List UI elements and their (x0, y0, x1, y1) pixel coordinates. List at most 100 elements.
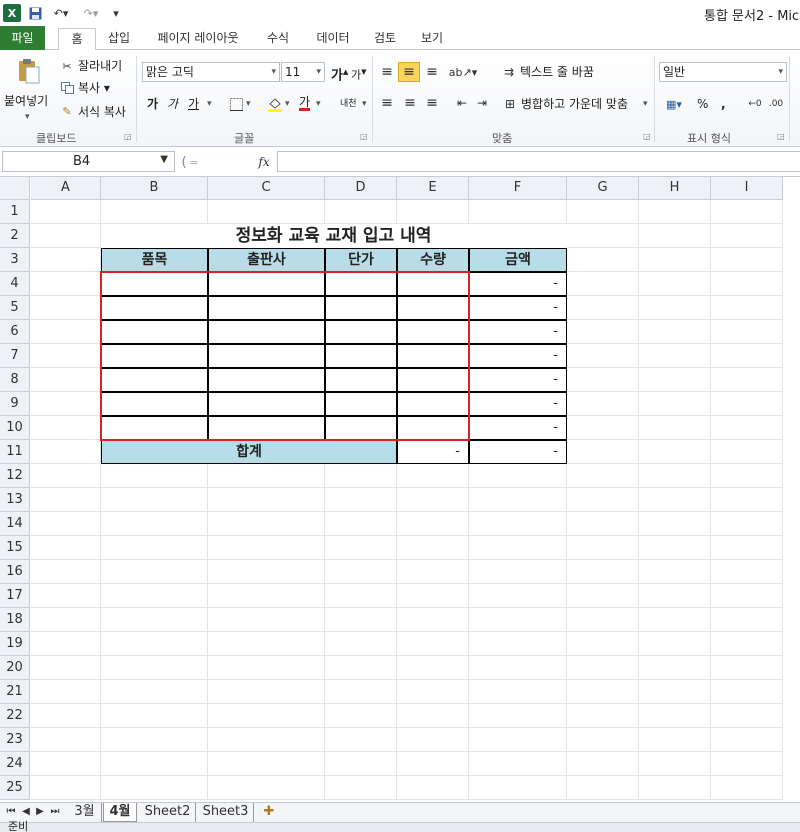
scissors-icon[interactable]: ✂ (60, 58, 74, 74)
cell[interactable] (711, 224, 783, 248)
cell[interactable] (469, 560, 567, 584)
tab-formulas[interactable]: 수식 (262, 28, 294, 50)
row-header-13[interactable]: 13 (0, 488, 30, 512)
data-cell[interactable] (101, 272, 208, 296)
data-cell[interactable] (325, 368, 397, 392)
row-header-18[interactable]: 18 (0, 608, 30, 632)
cell[interactable] (711, 248, 783, 272)
cell[interactable] (31, 728, 101, 752)
cell[interactable] (711, 200, 783, 224)
align-center-icon[interactable]: ≡ (402, 95, 418, 111)
cell[interactable] (208, 560, 325, 584)
cell[interactable] (31, 440, 101, 464)
font-color-dropdown-icon[interactable]: ▾ (316, 95, 321, 113)
paste-dropdown-icon[interactable]: ▾ (25, 108, 30, 126)
cell[interactable] (469, 608, 567, 632)
data-cell[interactable] (208, 416, 325, 440)
cell[interactable] (325, 464, 397, 488)
copy-button[interactable]: 복사 ▾ (78, 79, 110, 97)
row-header-14[interactable]: 14 (0, 512, 30, 536)
cell[interactable] (469, 464, 567, 488)
cell[interactable] (711, 344, 783, 368)
comma-button[interactable]: , (721, 95, 726, 113)
cell[interactable] (639, 752, 711, 776)
data-cell[interactable] (397, 344, 469, 368)
cell[interactable] (397, 656, 469, 680)
redo-icon[interactable]: ↷▾ (78, 4, 104, 22)
cell[interactable] (325, 656, 397, 680)
cell[interactable] (397, 728, 469, 752)
row-header-10[interactable]: 10 (0, 416, 30, 440)
fill-color-dropdown-icon[interactable]: ▾ (285, 95, 290, 113)
cell[interactable] (711, 392, 783, 416)
format-painter-button[interactable]: 서식 복사 (78, 103, 126, 121)
column-header-i[interactable]: I (711, 177, 783, 200)
cell[interactable] (567, 704, 639, 728)
data-cell[interactable] (208, 344, 325, 368)
cell[interactable] (711, 536, 783, 560)
cell[interactable] (567, 272, 639, 296)
cell[interactable] (711, 776, 783, 800)
cell[interactable] (469, 584, 567, 608)
cell[interactable] (711, 704, 783, 728)
underline-dropdown-icon[interactable]: ▾ (207, 95, 212, 113)
data-cell[interactable] (397, 368, 469, 392)
cell[interactable] (31, 608, 101, 632)
cell[interactable] (639, 440, 711, 464)
row-header-19[interactable]: 19 (0, 632, 30, 656)
underline-button[interactable]: 가 (188, 95, 199, 113)
cell[interactable] (101, 776, 208, 800)
cell[interactable] (469, 488, 567, 512)
cell[interactable] (325, 776, 397, 800)
cell[interactable] (397, 752, 469, 776)
excel-icon[interactable]: X (3, 4, 21, 22)
save-icon[interactable] (27, 4, 43, 22)
row-header-9[interactable]: 9 (0, 392, 30, 416)
cell[interactable] (639, 368, 711, 392)
total-quantity[interactable]: - (397, 440, 469, 464)
row-header-24[interactable]: 24 (0, 752, 30, 776)
cell[interactable] (639, 296, 711, 320)
cell[interactable] (639, 608, 711, 632)
cell[interactable] (208, 752, 325, 776)
data-cell[interactable] (208, 296, 325, 320)
cell[interactable] (208, 776, 325, 800)
row-header-2[interactable]: 2 (0, 224, 30, 248)
cell[interactable] (711, 296, 783, 320)
cell[interactable] (325, 512, 397, 536)
cell[interactable] (567, 440, 639, 464)
data-cell[interactable] (397, 392, 469, 416)
cell[interactable] (325, 680, 397, 704)
data-cell[interactable] (208, 320, 325, 344)
column-header-g[interactable]: G (567, 177, 639, 200)
cell[interactable] (397, 536, 469, 560)
data-cell[interactable] (397, 272, 469, 296)
cell[interactable] (397, 704, 469, 728)
cell[interactable] (469, 728, 567, 752)
increase-indent-icon[interactable]: ⇥ (474, 95, 490, 111)
last-sheet-icon[interactable]: ⏭ (48, 803, 62, 822)
font-size-box[interactable]: 11 ▾ (281, 62, 325, 82)
cell[interactable] (325, 752, 397, 776)
font-color-button[interactable]: 가 (299, 93, 310, 111)
amount-cell[interactable]: - (469, 320, 567, 344)
cell[interactable] (208, 704, 325, 728)
cell[interactable] (567, 536, 639, 560)
cell[interactable] (31, 704, 101, 728)
cell[interactable] (208, 200, 325, 224)
undo-icon[interactable]: ↶▾ (48, 4, 74, 22)
increase-decimal-icon[interactable]: ←0 (746, 96, 764, 112)
cell[interactable] (639, 248, 711, 272)
cell[interactable] (567, 416, 639, 440)
number-launcher-icon[interactable]: ◲ (777, 132, 785, 141)
row-header-8[interactable]: 8 (0, 368, 30, 392)
cell[interactable] (208, 488, 325, 512)
cell[interactable] (639, 488, 711, 512)
cell[interactable] (639, 680, 711, 704)
cell[interactable] (31, 632, 101, 656)
bold-button[interactable]: 가 (147, 95, 158, 113)
cell[interactable] (567, 200, 639, 224)
cell[interactable] (101, 488, 208, 512)
cell[interactable] (397, 608, 469, 632)
cell[interactable] (31, 368, 101, 392)
